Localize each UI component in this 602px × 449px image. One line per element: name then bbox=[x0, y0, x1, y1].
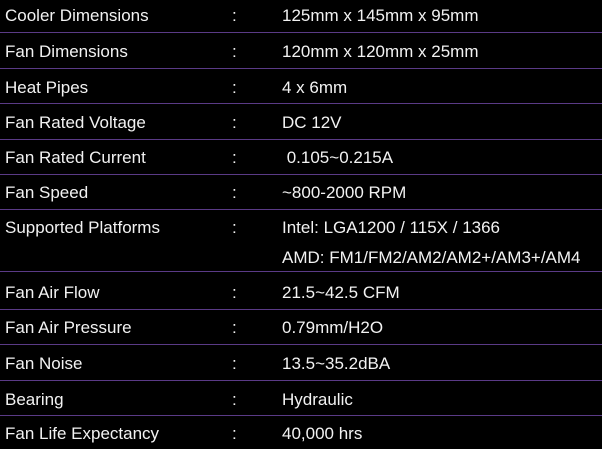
spec-row-fan-rated-voltage: Fan Rated Voltage : DC 12V bbox=[0, 104, 602, 140]
spec-value: Intel: LGA1200 / 115X / 1366 bbox=[282, 218, 501, 237]
spec-separator: : bbox=[232, 424, 237, 443]
spec-separator: : bbox=[232, 148, 237, 167]
spec-separator: : bbox=[232, 390, 237, 409]
spec-value: Hydraulic bbox=[282, 390, 353, 409]
spec-label: Fan Dimensions bbox=[5, 42, 128, 61]
spec-label: Cooler Dimensions bbox=[5, 6, 149, 25]
spec-separator: : bbox=[232, 113, 237, 132]
spec-row-bearing: Bearing : Hydraulic bbox=[0, 381, 602, 416]
spec-label: Bearing bbox=[5, 390, 64, 409]
spec-table: Cooler Dimensions : 125mm x 145mm x 95mm… bbox=[0, 0, 602, 449]
spec-value: 0.105~0.215A bbox=[282, 148, 394, 167]
spec-separator: : bbox=[232, 42, 237, 61]
spec-label: Fan Noise bbox=[5, 354, 83, 373]
spec-separator: : bbox=[232, 318, 237, 337]
spec-row-fan-air-flow: Fan Air Flow : 21.5~42.5 CFM bbox=[0, 272, 602, 310]
spec-value: ~800-2000 RPM bbox=[282, 183, 407, 202]
spec-label: Fan Air Pressure bbox=[5, 318, 132, 337]
spec-value: 21.5~42.5 CFM bbox=[282, 283, 400, 302]
spec-value: 40,000 hrs bbox=[282, 424, 363, 443]
spec-separator: : bbox=[232, 78, 237, 97]
spec-value: 0.79mm/H2O bbox=[282, 318, 384, 337]
spec-row-fan-rated-current: Fan Rated Current : 0.105~0.215A bbox=[0, 140, 602, 175]
spec-row-fan-air-pressure: Fan Air Pressure : 0.79mm/H2O bbox=[0, 310, 602, 345]
spec-row-cooler-dimensions: Cooler Dimensions : 125mm x 145mm x 95mm bbox=[0, 0, 602, 33]
spec-row-fan-dimensions: Fan Dimensions : 120mm x 120mm x 25mm bbox=[0, 33, 602, 69]
spec-label: Fan Air Flow bbox=[5, 283, 100, 302]
spec-row-heat-pipes: Heat Pipes : 4 x 6mm bbox=[0, 69, 602, 104]
spec-row-fan-life-expectancy: Fan Life Expectancy : 40,000 hrs bbox=[0, 416, 602, 449]
spec-label: Supported Platforms bbox=[5, 218, 160, 237]
spec-value: 13.5~35.2dBA bbox=[282, 354, 391, 373]
spec-label: Fan Speed bbox=[5, 183, 89, 202]
spec-row-fan-speed: Fan Speed : ~800-2000 RPM bbox=[0, 175, 602, 210]
spec-value: DC 12V bbox=[282, 113, 342, 132]
spec-value: 125mm x 145mm x 95mm bbox=[282, 6, 479, 25]
spec-value: 4 x 6mm bbox=[282, 78, 348, 97]
spec-separator: : bbox=[232, 283, 237, 302]
spec-separator: : bbox=[232, 354, 237, 373]
spec-row-fan-noise: Fan Noise : 13.5~35.2dBA bbox=[0, 345, 602, 381]
spec-value-line2: AMD: FM1/FM2/AM2/AM2+/AM3+/AM4 bbox=[282, 248, 581, 267]
spec-separator: : bbox=[232, 218, 237, 237]
spec-label: Fan Rated Voltage bbox=[5, 113, 146, 132]
spec-separator: : bbox=[232, 183, 237, 202]
spec-row-supported-platforms: Supported Platforms : Intel: LGA1200 / 1… bbox=[0, 210, 602, 272]
spec-label: Fan Life Expectancy bbox=[5, 424, 160, 443]
spec-value: 120mm x 120mm x 25mm bbox=[282, 42, 479, 61]
spec-label: Fan Rated Current bbox=[5, 148, 146, 167]
spec-label: Heat Pipes bbox=[5, 78, 89, 97]
spec-separator: : bbox=[232, 6, 237, 25]
